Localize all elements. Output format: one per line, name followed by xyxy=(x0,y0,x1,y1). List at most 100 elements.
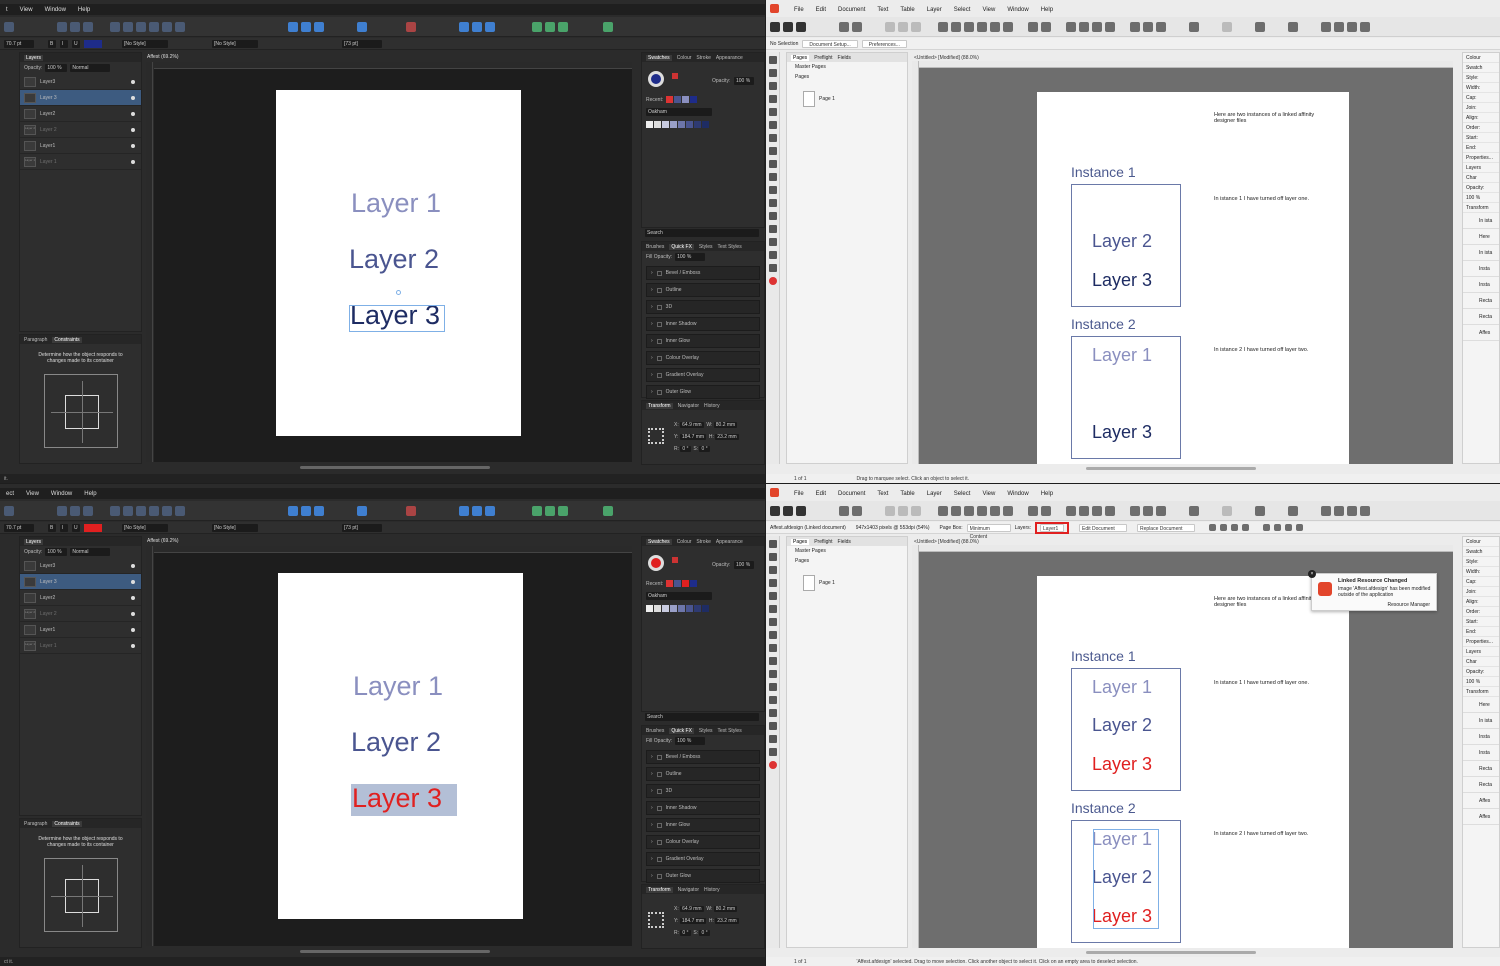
layer-row[interactable]: Layer3 xyxy=(20,558,141,574)
align-icon[interactable] xyxy=(1285,524,1293,531)
instance-2-title[interactable]: Instance 2 xyxy=(1071,800,1136,816)
node-tool-icon[interactable] xyxy=(768,69,777,77)
chevron-right-icon[interactable]: › xyxy=(651,389,653,395)
rotation-handle[interactable] xyxy=(396,290,401,295)
fx-checkbox[interactable] xyxy=(656,270,662,276)
fx-checkbox[interactable] xyxy=(656,355,662,361)
fx-checkbox[interactable] xyxy=(656,321,662,327)
tab-paragraph[interactable]: Paragraph xyxy=(24,337,47,343)
text-wrap-icon[interactable] xyxy=(1143,21,1153,32)
fx-checkbox[interactable] xyxy=(656,788,662,794)
text-wrap-icon[interactable] xyxy=(1143,505,1153,516)
menu-item[interactable]: t xyxy=(6,7,8,13)
leading-field[interactable]: [73 pt] xyxy=(342,523,382,532)
tab-transform[interactable]: Transform xyxy=(646,886,673,893)
align-icon[interactable] xyxy=(1231,524,1239,531)
right-layer-row[interactable]: Here xyxy=(1463,229,1499,245)
fx-checkbox[interactable] xyxy=(656,287,662,293)
crop-tool-icon[interactable] xyxy=(768,683,777,691)
italic-button[interactable]: I xyxy=(60,523,68,532)
tab-appearance[interactable]: Appearance xyxy=(716,55,743,61)
tab-pages[interactable]: Pages xyxy=(791,54,810,61)
tab-pages[interactable]: Pages xyxy=(791,538,810,545)
fill-tool-icon[interactable] xyxy=(768,696,777,704)
text-wrap-icon[interactable] xyxy=(1130,505,1140,516)
color-picker-icon[interactable] xyxy=(768,722,777,730)
right-layer-row[interactable]: In ista xyxy=(1463,213,1499,229)
align-icon[interactable] xyxy=(977,505,987,516)
chevron-right-icon[interactable]: › xyxy=(651,355,653,361)
align-icon[interactable] xyxy=(1003,505,1013,516)
layers-select[interactable]: Layer1 xyxy=(1040,523,1065,532)
fill-tool-icon[interactable] xyxy=(768,212,777,220)
instance-1-note[interactable]: In istance 1 I have turned off layer one… xyxy=(1214,196,1334,202)
search-input[interactable]: Search xyxy=(645,713,759,721)
align-middle-icon[interactable] xyxy=(162,21,172,32)
instance-1-frame[interactable]: Layer 2 Layer 3 xyxy=(1071,184,1181,307)
layer-row[interactable]: Layer 1 Layer 1 xyxy=(20,638,141,654)
tab-swatches[interactable]: Swatches xyxy=(646,54,672,61)
fill-stroke-icon[interactable] xyxy=(648,555,664,571)
color-picker-icon[interactable] xyxy=(768,238,777,246)
menu-item[interactable]: Edit xyxy=(816,491,826,497)
tab-stroke[interactable]: Stroke xyxy=(696,539,710,545)
menu-item[interactable]: Text xyxy=(877,491,888,497)
color-swatch-icon[interactable] xyxy=(768,761,777,769)
menu-item[interactable]: File xyxy=(794,491,804,497)
char-style-field[interactable]: [No Style] xyxy=(122,39,168,48)
align-icon[interactable] xyxy=(964,505,974,516)
preflight-icon[interactable] xyxy=(1189,21,1199,32)
canvas-text-layer1[interactable]: Layer 1 xyxy=(351,188,441,219)
arrange-icon[interactable] xyxy=(1066,21,1076,32)
fx-item[interactable]: › Colour Overlay xyxy=(646,835,760,849)
align-icon[interactable] xyxy=(938,505,948,516)
cloud-icon[interactable] xyxy=(532,21,542,32)
palette-select[interactable]: Oakham xyxy=(646,108,712,116)
fx-item[interactable]: › Outer Glow xyxy=(646,385,760,399)
chevron-right-icon[interactable]: › xyxy=(651,839,653,845)
tab-constraints[interactable]: Constraints xyxy=(52,336,82,343)
menu-item[interactable]: Select xyxy=(954,491,971,497)
menu-item[interactable]: Help xyxy=(1041,491,1053,497)
rectangle-tool-icon[interactable] xyxy=(768,631,777,639)
color-swatch-icon[interactable] xyxy=(768,277,777,285)
selection-box[interactable] xyxy=(349,305,445,332)
layer-row[interactable]: Layer1 xyxy=(20,138,141,154)
x-field[interactable]: 64.9 mm xyxy=(680,422,704,428)
tab-text-styles[interactable]: Text Styles xyxy=(718,244,742,250)
tab-brushes[interactable]: Brushes xyxy=(646,244,664,250)
view-mode-icon[interactable] xyxy=(911,505,921,516)
artistic-text-tool-icon[interactable] xyxy=(768,108,777,116)
right-layer-row[interactable]: Affes xyxy=(1463,793,1499,809)
pencil-tool-icon[interactable] xyxy=(768,618,777,626)
tab-fields[interactable]: Fields xyxy=(838,539,851,545)
menu-item[interactable]: Select xyxy=(954,7,971,13)
canvas[interactable]: Here are two instances of a linked affin… xyxy=(919,552,1453,948)
table-tool-icon[interactable] xyxy=(768,579,777,587)
preflight-icon[interactable] xyxy=(1189,505,1199,516)
align-right-icon[interactable] xyxy=(136,505,146,516)
boolean-icon[interactable] xyxy=(357,505,367,516)
right-layer-row[interactable]: Insta xyxy=(1463,729,1499,745)
canvas[interactable]: Here are two instances of a linked affin… xyxy=(919,68,1453,464)
gear-icon[interactable] xyxy=(852,21,862,32)
right-layer-row[interactable]: Affes xyxy=(1463,325,1499,341)
text-color-swatch[interactable] xyxy=(84,39,102,48)
chevron-right-icon[interactable]: › xyxy=(651,771,653,777)
master-pages-section[interactable]: Master Pages xyxy=(787,62,907,72)
persona-photo-icon[interactable] xyxy=(796,21,806,32)
search-input[interactable]: Search xyxy=(645,229,759,237)
menu-item[interactable]: Layer xyxy=(927,491,942,497)
fx-item[interactable]: › 3D xyxy=(646,784,760,798)
align-icon[interactable] xyxy=(1274,524,1282,531)
crop-tool-icon[interactable] xyxy=(768,199,777,207)
menu-item[interactable]: Edit xyxy=(816,7,826,13)
swatch-opacity-field[interactable]: 100 % xyxy=(734,77,754,85)
snap-icon[interactable] xyxy=(83,505,93,516)
visibility-toggle-icon[interactable] xyxy=(131,143,135,148)
fx-item[interactable]: › Inner Shadow xyxy=(646,317,760,331)
para-style-field[interactable]: [No Style] xyxy=(212,523,258,532)
canvas[interactable]: Layer 1 Layer 2 Layer 3 xyxy=(154,553,632,946)
blend-mode-select[interactable]: Normal xyxy=(70,548,111,556)
intro-note[interactable]: Here are two instances of a linked affin… xyxy=(1214,112,1334,124)
